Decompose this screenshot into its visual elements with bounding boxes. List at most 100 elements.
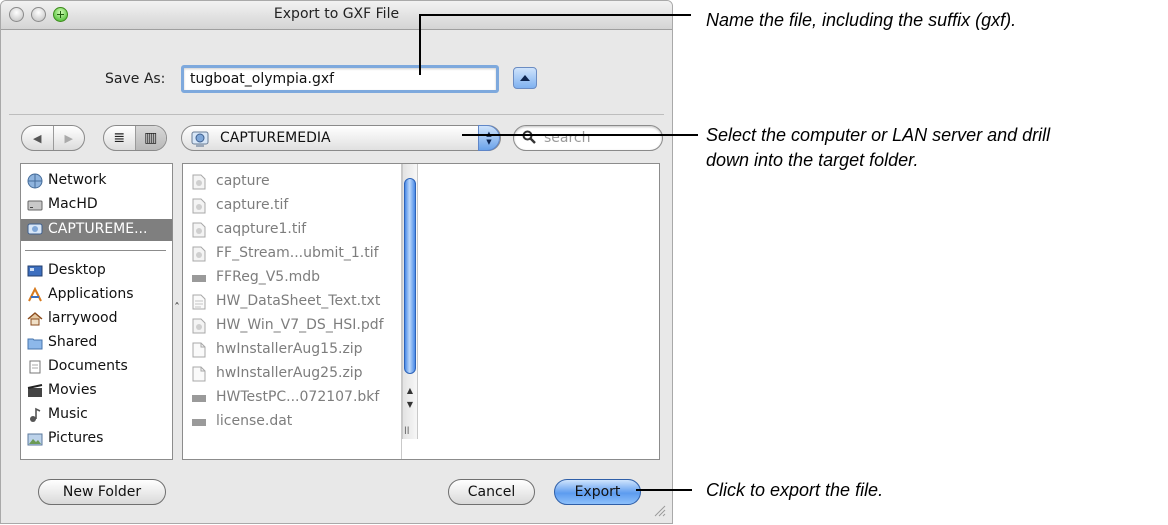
scroll-up-arrow-icon[interactable]: ▲ [403, 384, 417, 396]
callout-leader-location [462, 134, 698, 136]
sidebar: Network MacHD CAPTUREME... Desktop Appli… [20, 163, 173, 460]
search-icon [522, 130, 536, 144]
file-item-hw-win[interactable]: HW_Win_V7_DS_HSI.pdf [183, 314, 401, 338]
sidebar-item-label: larrywood [48, 310, 118, 326]
sidebar-item-applications[interactable]: Applications [21, 284, 172, 306]
empty-column [419, 164, 659, 459]
location-label: CAPTUREMEDIA [220, 130, 331, 146]
music-icon [30, 407, 41, 422]
save-as-field[interactable] [181, 65, 499, 93]
back-arrow-icon: ◀ [33, 131, 42, 145]
back-forward-control: ◀ ▶ [21, 125, 85, 151]
file-browser: capture capture.tif caqpture1.tif FF_Str… [182, 163, 660, 460]
image-file-icon [192, 222, 206, 238]
file-name: HW_Win_V7_DS_HSI.pdf [216, 317, 384, 333]
location-popup[interactable]: CAPTUREMEDIA ▲▼ [181, 125, 501, 151]
server-icon [27, 223, 43, 235]
file-name: hwInstallerAug15.zip [216, 341, 363, 357]
callout-select-computer-line2: down into the target folder. [706, 150, 919, 170]
separator [9, 114, 664, 115]
sidebar-item-larrywood[interactable]: larrywood [21, 308, 172, 330]
expand-dialog-button[interactable] [513, 67, 537, 89]
column-view-button[interactable]: ▥ [134, 126, 166, 150]
desktop-icon [27, 265, 43, 277]
sidebar-divider [25, 250, 166, 251]
file-item-capture[interactable]: capture [183, 170, 401, 194]
file-name: capture.tif [216, 197, 289, 213]
back-button[interactable]: ◀ [22, 126, 53, 150]
callout-name-file: Name the file, including the suffix (gxf… [706, 10, 1017, 30]
chevron-up-icon [520, 75, 530, 81]
hard-drive-icon [27, 200, 43, 211]
sidebar-item-network[interactable]: Network [21, 170, 172, 192]
sidebar-item-capturemedia[interactable]: CAPTUREME... [21, 219, 172, 241]
sidebar-item-label: Pictures [48, 430, 104, 446]
sidebar-splitter-handle[interactable]: ˆ [174, 301, 180, 315]
column-view-icon: ▥ [144, 130, 158, 146]
scroll-down-arrow-icon[interactable]: ▼ [403, 398, 417, 410]
sidebar-item-shared[interactable]: Shared [21, 332, 172, 354]
sidebar-item-label: Shared [48, 334, 98, 350]
sidebar-item-label: Applications [48, 286, 134, 302]
image-file-icon [192, 198, 206, 214]
archive-file-icon [192, 342, 206, 358]
callout-select-computer-line1: Select the computer or LAN server and dr… [706, 125, 1051, 145]
file-name: FFReg_V5.mdb [216, 269, 321, 285]
documents-icon [29, 360, 41, 374]
forward-button[interactable]: ▶ [52, 126, 85, 150]
view-mode-control: ≣ ▥ [103, 125, 167, 151]
folder-icon [27, 338, 43, 350]
callout-leader-export [636, 489, 692, 491]
export-button[interactable]: Export [554, 479, 641, 505]
list-view-icon: ≣ [113, 130, 126, 146]
home-icon [27, 312, 43, 326]
sidebar-item-machd[interactable]: MacHD [21, 194, 172, 216]
popup-arrows-icon: ▲▼ [478, 125, 500, 151]
file-item-caqpture1-tif[interactable]: caqpture1.tif [183, 218, 401, 242]
list-view-button[interactable]: ≣ [104, 126, 135, 150]
file-item-hwinstaller-aug25[interactable]: hwInstallerAug25.zip [183, 362, 401, 386]
callout-leader-filename-horizontal [419, 14, 691, 16]
column-resize-handle[interactable]: ll [404, 426, 410, 437]
file-item-hwtestpc[interactable]: HWTestPC...072107.bkf [183, 386, 401, 410]
new-folder-button[interactable]: New Folder [38, 479, 166, 505]
image-file-icon [192, 246, 206, 262]
file-name: HW_DataSheet_Text.txt [216, 293, 381, 309]
sidebar-item-documents[interactable]: Documents [21, 356, 172, 378]
sidebar-item-music[interactable]: Music [21, 404, 172, 426]
database-file-icon [192, 419, 206, 426]
save-as-label: Save As: [105, 71, 166, 87]
cancel-button[interactable]: Cancel [448, 479, 535, 505]
network-icon [27, 173, 43, 189]
sidebar-item-desktop[interactable]: Desktop [21, 260, 172, 282]
database-file-icon [192, 275, 206, 282]
sidebar-item-label: Documents [48, 358, 128, 374]
sidebar-item-label: Music [48, 406, 88, 422]
applications-icon [28, 287, 42, 302]
callout-leader-filename-vertical [419, 14, 421, 75]
file-item-ffreg[interactable]: FFReg_V5.mdb [183, 266, 401, 290]
file-column-scrollbar[interactable]: ▲ ▼ [402, 164, 418, 439]
sidebar-item-label: MacHD [48, 196, 98, 212]
file-name: HWTestPC...072107.bkf [216, 389, 380, 405]
resize-grip-icon[interactable] [652, 503, 666, 517]
file-item-license[interactable]: license.dat [183, 410, 401, 434]
file-item-hw-datasheet[interactable]: HW_DataSheet_Text.txt [183, 290, 401, 314]
movies-icon [27, 384, 43, 397]
sidebar-item-pictures[interactable]: Pictures [21, 428, 172, 450]
file-name: capture [216, 173, 270, 189]
sidebar-item-movies[interactable]: Movies [21, 380, 172, 402]
forward-arrow-icon: ▶ [64, 131, 73, 145]
sidebar-item-label: Network [48, 172, 107, 188]
file-name: caqpture1.tif [216, 221, 307, 237]
text-file-icon [192, 294, 206, 310]
file-item-ff-stream[interactable]: FF_Stream...ubmit_1.tif [183, 242, 401, 266]
pictures-icon [27, 433, 43, 446]
file-item-capture-tif[interactable]: capture.tif [183, 194, 401, 218]
file-item-hwinstaller-aug15[interactable]: hwInstallerAug15.zip [183, 338, 401, 362]
scrollbar-thumb[interactable] [404, 178, 416, 374]
sidebar-item-label: CAPTUREME... [48, 221, 148, 237]
empty-column-right [643, 164, 659, 459]
image-file-icon [192, 318, 206, 334]
file-name: license.dat [216, 413, 293, 429]
